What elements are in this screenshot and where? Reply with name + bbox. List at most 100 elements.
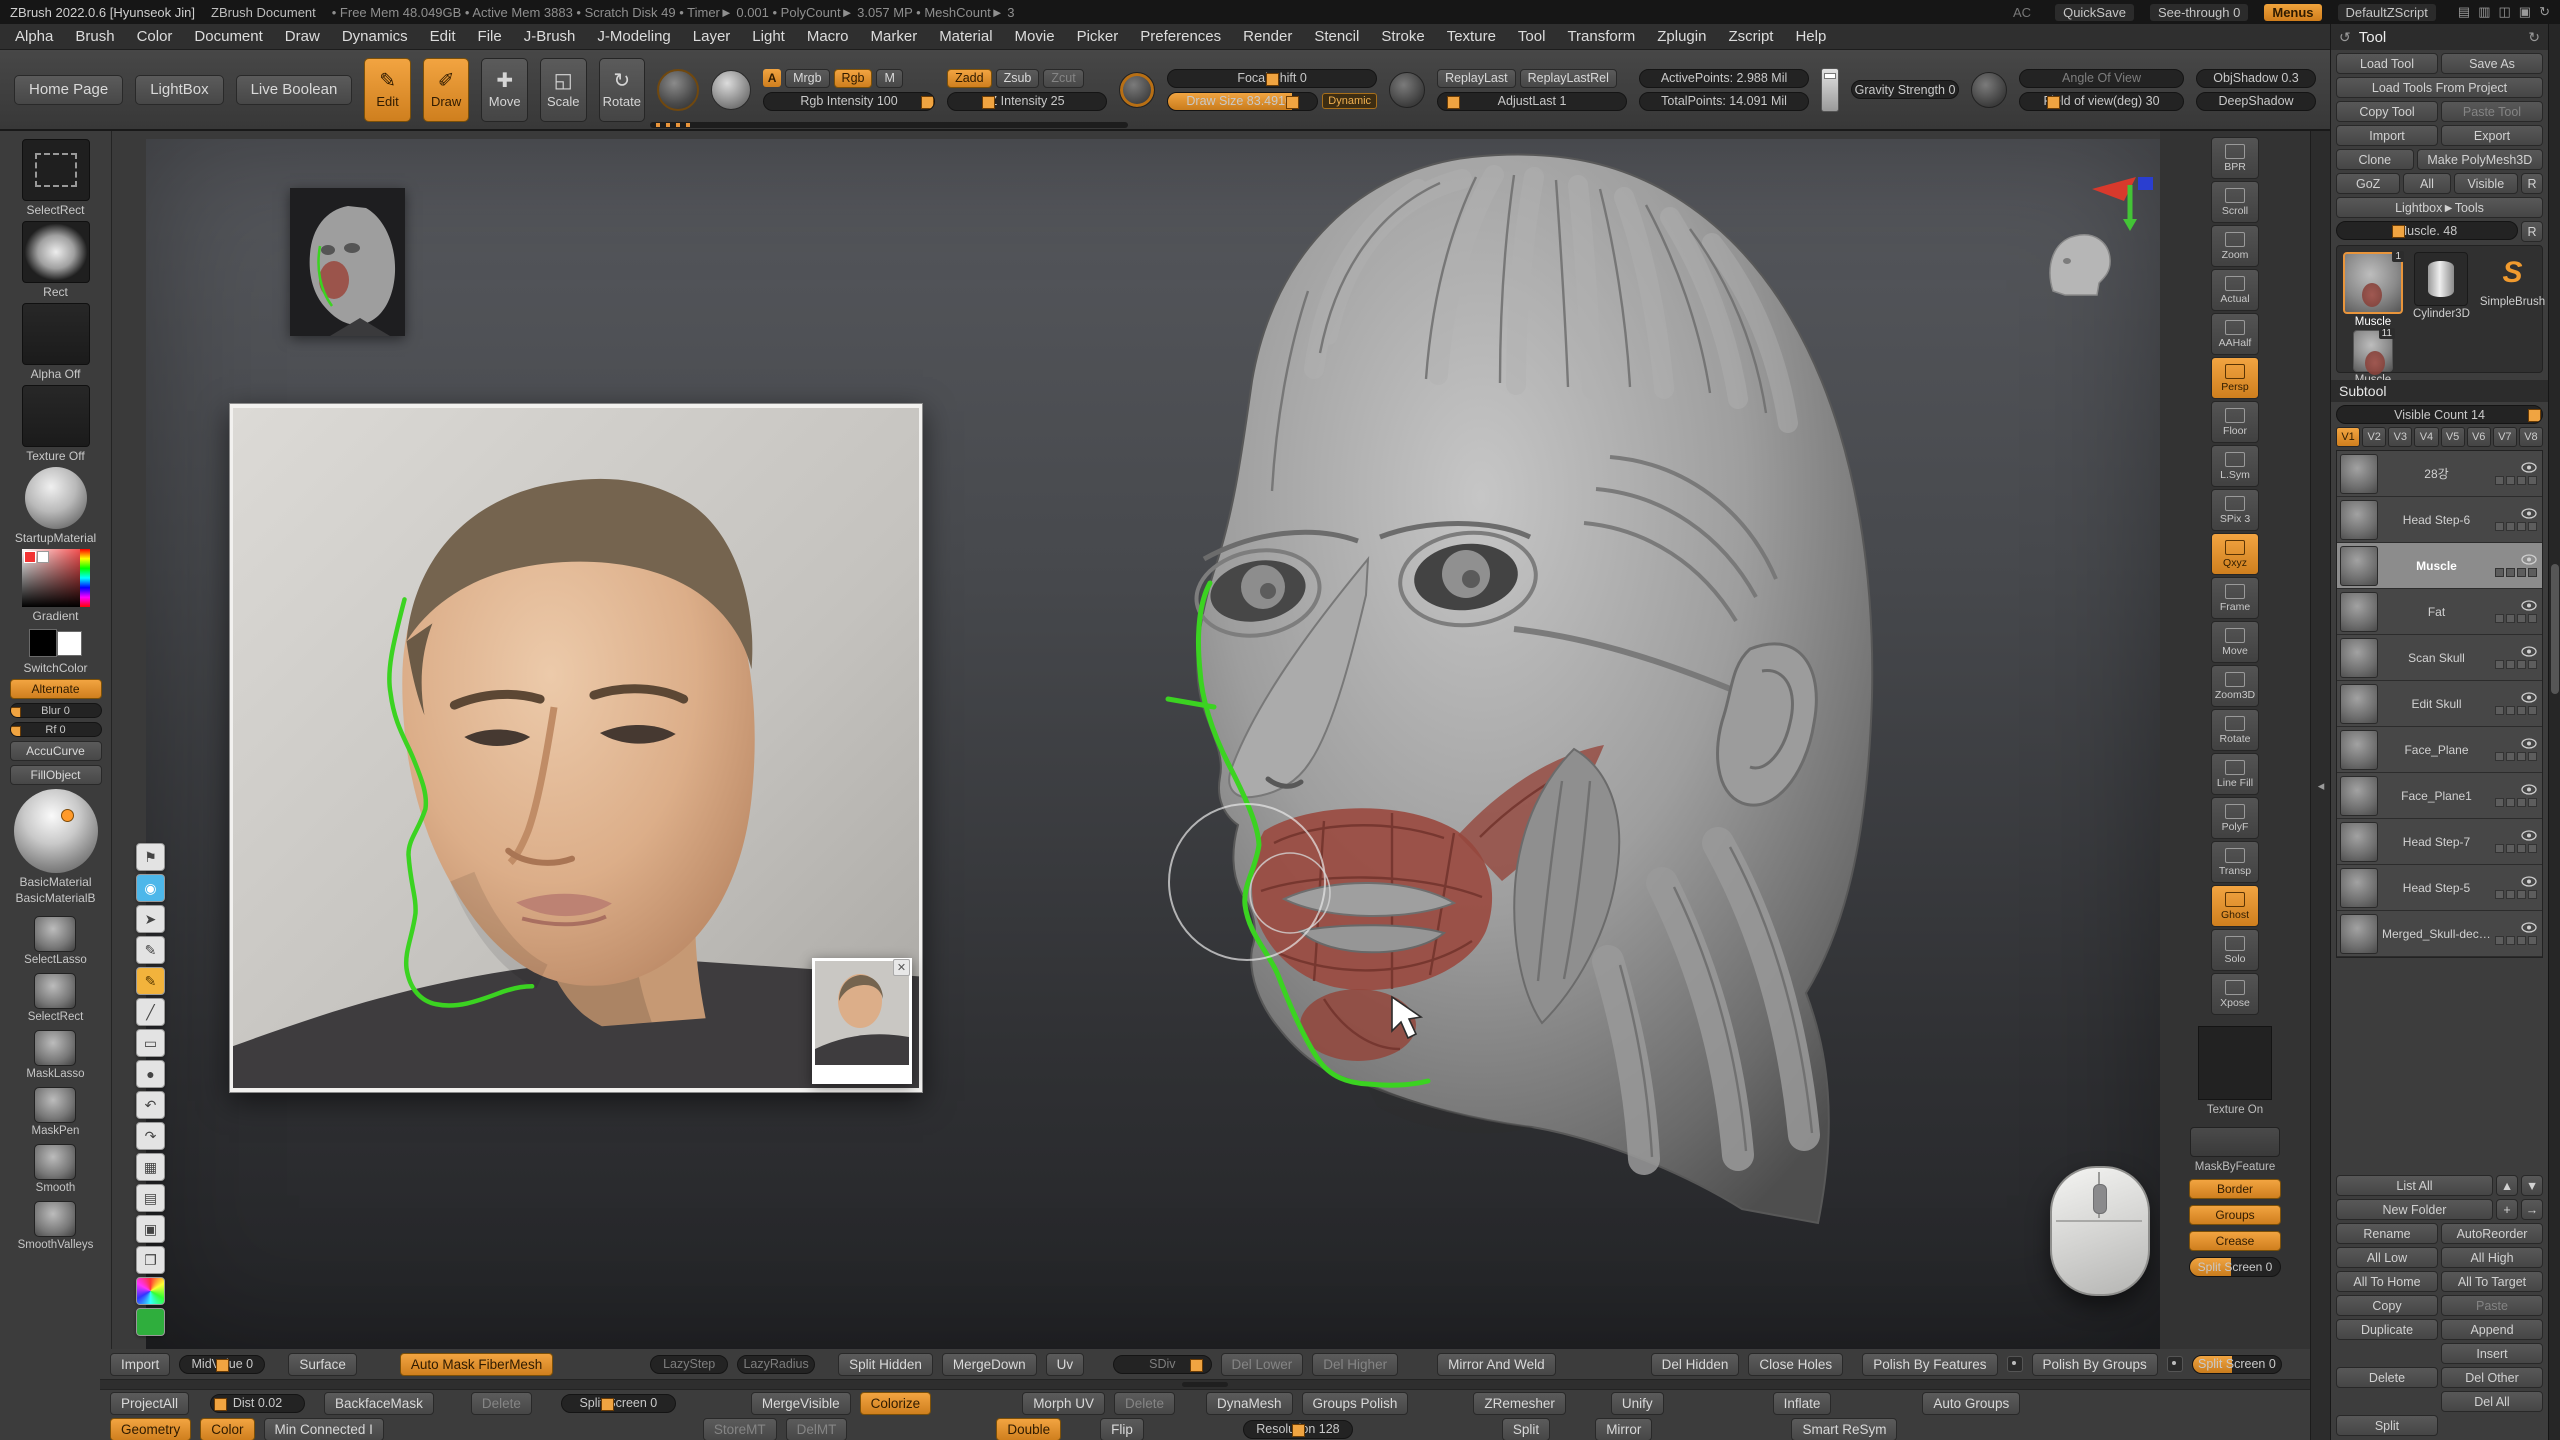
obj-shadow-slider[interactable]: ObjShadow 0.3 xyxy=(2196,69,2316,88)
menu-item[interactable]: Edit xyxy=(419,24,467,49)
refresh-icon[interactable]: ↻ xyxy=(2528,29,2540,46)
move-up-icon[interactable]: ▲ xyxy=(2496,1175,2518,1196)
menu-item[interactable]: Color xyxy=(126,24,184,49)
goz-visible-button[interactable]: Visible xyxy=(2454,173,2518,194)
replay-last-rel-button[interactable]: ReplayLastRel xyxy=(1520,69,1617,88)
shelf-button[interactable]: Actual xyxy=(2211,269,2259,311)
mergevisible-button[interactable]: MergeVisible xyxy=(751,1392,851,1415)
window-control-icon[interactable]: ▣ xyxy=(2519,4,2531,20)
color-picker[interactable] xyxy=(22,549,90,607)
zcut-button[interactable]: Zcut xyxy=(1043,69,1083,88)
new-folder-button[interactable]: New Folder xyxy=(2336,1199,2493,1220)
annotation-tool-icon[interactable]: ✎ xyxy=(136,967,165,995)
menu-item[interactable]: Preferences xyxy=(1129,24,1232,49)
fov-slider[interactable]: Field of view(deg) 30 xyxy=(2019,92,2184,111)
subtool-row[interactable]: Scan Skull xyxy=(2337,635,2542,681)
menu-item[interactable]: Picker xyxy=(1066,24,1130,49)
subtool-mini-toggles[interactable] xyxy=(2495,706,2537,715)
del-higher-button[interactable]: Del Higher xyxy=(1312,1353,1398,1376)
menu-item[interactable]: Transform xyxy=(1556,24,1646,49)
menu-item[interactable]: J-Modeling xyxy=(586,24,681,49)
current-material-sphere[interactable] xyxy=(14,789,98,873)
edit-mode-button[interactable]: ✎ Edit xyxy=(364,58,411,122)
menu-item[interactable]: Dynamics xyxy=(331,24,419,49)
menu-item[interactable]: Tool xyxy=(1507,24,1557,49)
annotation-tool-icon[interactable]: ▤ xyxy=(136,1184,165,1212)
split-screen-slider-r1[interactable]: Split Screen 0 xyxy=(2192,1355,2282,1374)
make-polymesh3d-button[interactable]: Make PolyMesh3D xyxy=(2417,149,2543,170)
paste-tool-button[interactable]: Paste Tool xyxy=(2441,101,2543,122)
version-tab[interactable]: V6 xyxy=(2467,427,2491,447)
version-tab[interactable]: V7 xyxy=(2493,427,2517,447)
eye-icon[interactable] xyxy=(2521,784,2537,795)
camera-head-preview[interactable] xyxy=(2037,227,2117,297)
menu-item[interactable]: Zplugin xyxy=(1646,24,1717,49)
menus-button[interactable]: Menus xyxy=(2264,4,2321,21)
subtool-action-button[interactable]: Append xyxy=(2441,1319,2543,1340)
rotate-mode-button[interactable]: ↻ Rotate xyxy=(599,58,646,122)
menu-item[interactable]: J-Brush xyxy=(513,24,587,49)
subtool-action-button[interactable]: Delete xyxy=(2336,1367,2438,1388)
shelf-button[interactable]: Rotate xyxy=(2211,709,2259,751)
mirror-button[interactable]: Mirror xyxy=(1595,1418,1652,1440)
shelf-button[interactable]: L.Sym xyxy=(2211,445,2259,487)
import-button[interactable]: Import xyxy=(110,1353,170,1376)
eye-icon[interactable] xyxy=(2521,692,2537,703)
shelf-button[interactable]: Xpose xyxy=(2211,973,2259,1015)
shelf-button[interactable]: AAHalf xyxy=(2211,313,2259,355)
delete-button-1[interactable]: Delete xyxy=(471,1392,532,1415)
smart-resym-button[interactable]: Smart ReSym xyxy=(1791,1418,1897,1440)
color-swatch-main[interactable] xyxy=(24,551,36,563)
min-connected-button[interactable]: Min Connected I xyxy=(264,1418,384,1440)
split-screen-slider-r2[interactable]: Split Screen 0 xyxy=(561,1394,676,1413)
sculpt-thumbnail[interactable] xyxy=(290,188,405,336)
annotation-tool-icon[interactable]: ➤ xyxy=(136,905,165,933)
menu-item[interactable]: Document xyxy=(183,24,273,49)
subtool-mini-toggles[interactable] xyxy=(2495,798,2537,807)
collapse-arrow-icon[interactable]: ◂ xyxy=(2318,778,2325,794)
menu-item[interactable]: Help xyxy=(1784,24,1837,49)
eye-icon[interactable] xyxy=(2521,922,2537,933)
subtool-action-button[interactable]: Del Other xyxy=(2441,1367,2543,1388)
alternate-button[interactable]: Alternate xyxy=(10,679,102,699)
replay-last-button[interactable]: ReplayLast xyxy=(1437,69,1516,88)
gravity-widget[interactable] xyxy=(1821,68,1839,112)
subtool-row[interactable]: Muscle xyxy=(2337,543,2542,589)
annotation-tool-icon[interactable]: ▣ xyxy=(136,1215,165,1243)
rgb-button[interactable]: Rgb xyxy=(834,69,873,88)
subtool-mini-toggles[interactable] xyxy=(2495,568,2537,577)
border-button[interactable]: Border xyxy=(2189,1179,2281,1199)
geometry-button[interactable]: Geometry xyxy=(110,1418,191,1440)
polish-by-groups-button[interactable]: Polish By Groups xyxy=(2032,1353,2158,1376)
stroke-rect-preview[interactable] xyxy=(22,221,90,283)
eye-icon[interactable] xyxy=(2521,646,2537,657)
flip-button[interactable]: Flip xyxy=(1100,1418,1144,1440)
version-tab[interactable]: V4 xyxy=(2414,427,2438,447)
subtool-mini-toggles[interactable] xyxy=(2495,660,2537,669)
tool-slots-slider[interactable]: Muscle. 48 xyxy=(2336,221,2518,240)
blur-slider[interactable]: Blur 0 xyxy=(10,703,102,718)
dynamic-badge[interactable]: Dynamic xyxy=(1322,93,1377,109)
mask-by-feature-button[interactable] xyxy=(2190,1127,2280,1157)
hue-strip[interactable] xyxy=(80,549,90,607)
unify-button[interactable]: Unify xyxy=(1611,1392,1664,1415)
subtool-mini-toggles[interactable] xyxy=(2495,522,2537,531)
stroke-selectrect-preview[interactable] xyxy=(22,139,90,201)
annotation-tool-icon[interactable] xyxy=(136,1308,165,1336)
window-control-icon[interactable]: ◫ xyxy=(2499,4,2511,20)
eye-icon[interactable] xyxy=(2521,554,2537,565)
tool-thumb-cylinder3d[interactable] xyxy=(2414,252,2468,306)
annotation-tool-icon[interactable]: ⚑ xyxy=(136,843,165,871)
shelf-button[interactable]: BPR xyxy=(2211,137,2259,179)
lazyradius-slider[interactable]: LazyRadius xyxy=(737,1355,815,1374)
m-button[interactable]: M xyxy=(876,69,902,88)
subtool-action-button[interactable]: Insert xyxy=(2441,1343,2543,1364)
projectall-button[interactable]: ProjectAll xyxy=(110,1392,189,1415)
switch-color[interactable] xyxy=(24,627,88,659)
menu-item[interactable]: Draw xyxy=(274,24,331,49)
subtool-action-button[interactable]: All Low xyxy=(2336,1247,2438,1268)
version-tab[interactable]: V1 xyxy=(2336,427,2360,447)
shelf-button[interactable]: Move xyxy=(2211,621,2259,663)
mrgb-button[interactable]: Mrgb xyxy=(785,69,829,88)
menu-item[interactable]: Light xyxy=(741,24,796,49)
